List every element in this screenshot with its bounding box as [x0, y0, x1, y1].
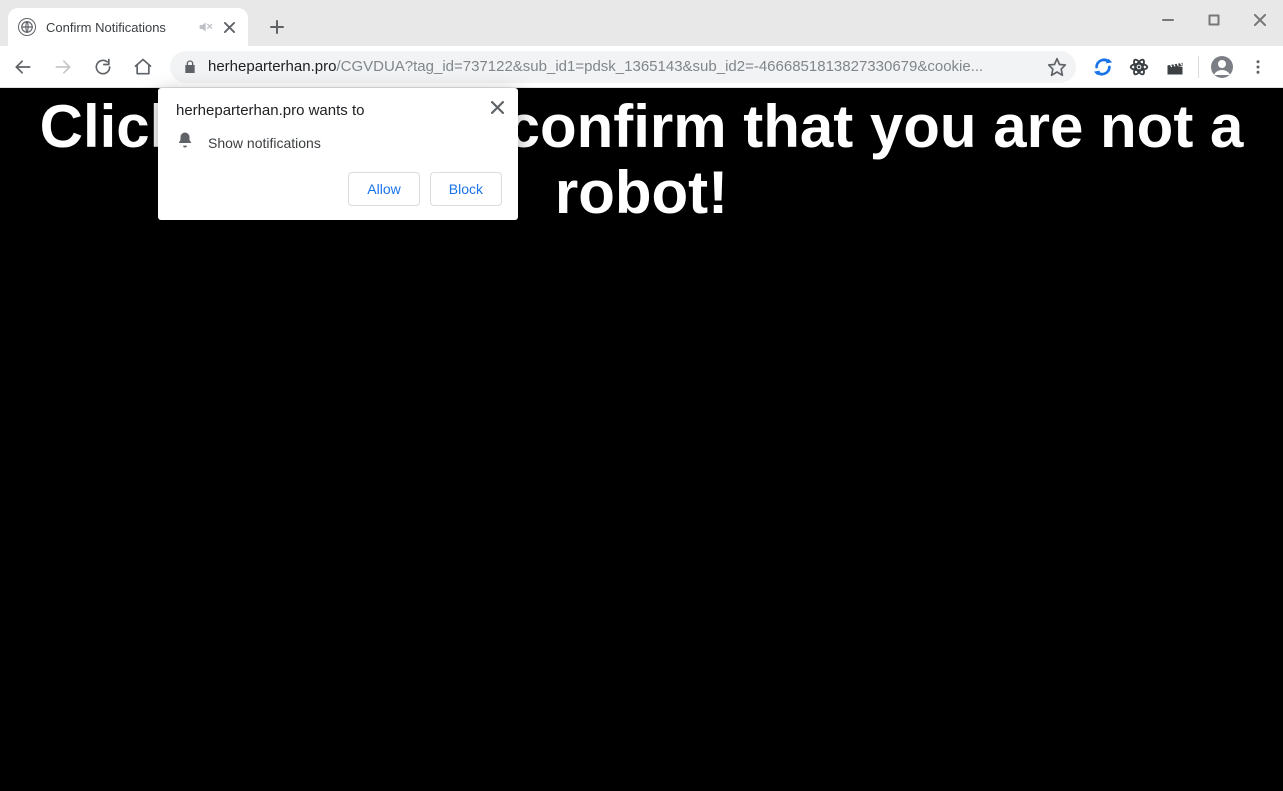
back-button[interactable]	[6, 50, 40, 84]
menu-button[interactable]	[1241, 50, 1275, 84]
audio-muted-icon[interactable]	[196, 18, 214, 36]
tab-close-button[interactable]	[220, 18, 238, 36]
extension-atom-icon[interactable]	[1122, 50, 1156, 84]
block-button[interactable]: Block	[430, 172, 502, 206]
popup-title: herheparterhan.pro wants to	[176, 102, 502, 119]
toolbar: herheparterhan.pro/CGVDUA?tag_id=737122&…	[0, 46, 1283, 88]
bookmark-star-button[interactable]	[1042, 52, 1072, 82]
browser-tab[interactable]: Confirm Notifications	[8, 8, 248, 46]
toolbar-separator	[1198, 56, 1199, 78]
reload-button[interactable]	[86, 50, 120, 84]
home-button[interactable]	[126, 50, 160, 84]
globe-icon	[18, 18, 36, 36]
notification-permission-popup: herheparterhan.pro wants to Show notific…	[158, 88, 518, 220]
popup-close-button[interactable]	[486, 96, 508, 118]
extension-sync-icon[interactable]	[1086, 50, 1120, 84]
url-path: /CGVDUA?tag_id=737122&sub_id1=pdsk_13651…	[336, 58, 983, 75]
profile-button[interactable]	[1205, 50, 1239, 84]
address-bar[interactable]: herheparterhan.pro/CGVDUA?tag_id=737122&…	[170, 51, 1076, 83]
extension-clapper-icon[interactable]	[1158, 50, 1192, 84]
window-close-button[interactable]	[1237, 0, 1283, 40]
window-maximize-button[interactable]	[1191, 0, 1237, 40]
tab-strip: Confirm Notifications	[0, 0, 1283, 46]
tab-title: Confirm Notifications	[46, 20, 196, 35]
bell-icon	[176, 131, 194, 154]
popup-item-label: Show notifications	[208, 135, 321, 151]
url-host: herheparterhan.pro	[208, 58, 336, 75]
new-tab-button[interactable]	[262, 12, 292, 42]
lock-icon[interactable]	[182, 59, 198, 75]
forward-button[interactable]	[46, 50, 80, 84]
allow-button[interactable]: Allow	[348, 172, 419, 206]
window-minimize-button[interactable]	[1145, 0, 1191, 40]
